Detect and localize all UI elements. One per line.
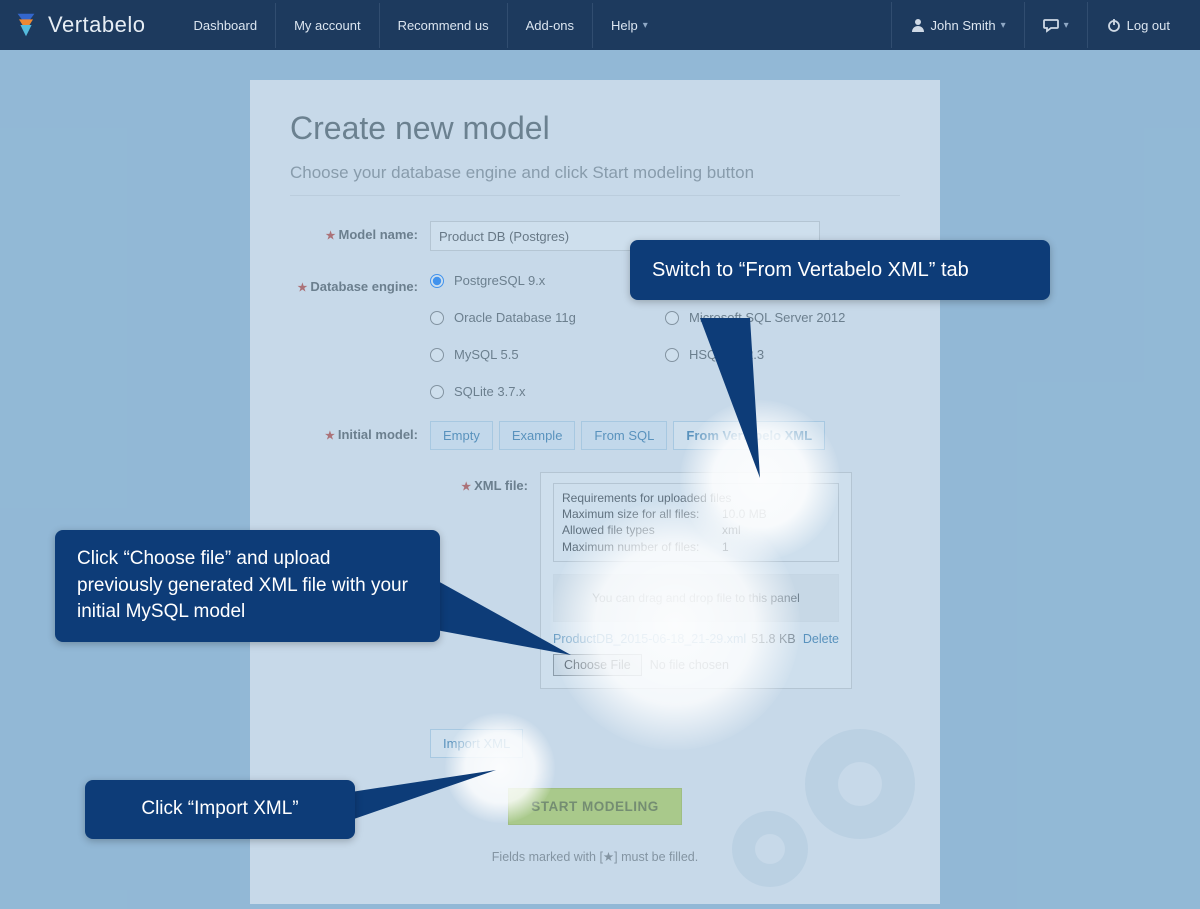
uploaded-file-row: ProductDB_2015-06-18_21-29.xml 51.8 KB D… [553,632,839,646]
callout-tail-icon [690,318,770,483]
engine-sqlite[interactable]: SQLite 3.7.x [430,384,665,399]
caret-icon: ▾ [1001,20,1006,31]
divider [290,195,900,196]
callout-import-xml: Click “Import XML” [85,780,355,839]
nav-help-label: Help [611,18,638,33]
uploaded-file-size: 51.8 KB [751,632,795,646]
engine-mysql[interactable]: MySQL 5.5 [430,347,665,362]
callout-switch-tab: Switch to “From Vertabelo XML” tab [630,240,1050,300]
nav-account[interactable]: My account [275,3,378,48]
nav-right: John Smith ▾ ▾ Log out [891,2,1188,48]
chat-button[interactable]: ▾ [1024,2,1087,48]
brand-name: Vertabelo [48,12,145,38]
callout-tail-icon [436,575,576,665]
logout-button[interactable]: Log out [1087,2,1188,48]
gears-icon [700,694,930,894]
delete-file-link[interactable]: Delete [803,632,839,646]
logo-icon [12,11,40,39]
nav-dashboard[interactable]: Dashboard [175,3,275,48]
nav-addons[interactable]: Add-ons [507,3,592,48]
tab-empty[interactable]: Empty [430,421,493,450]
upload-panel: Requirements for uploaded files Maximum … [540,472,852,689]
engine-oracle[interactable]: Oracle Database 11g [430,310,665,325]
drag-drop-zone[interactable]: You can drag and drop file to this panel [553,574,839,622]
user-icon [910,17,926,33]
model-name-label: ★Model name: [290,221,430,251]
nav-left: Dashboard My account Recommend us Add-on… [175,3,665,48]
uploaded-file-name[interactable]: ProductDB_2015-06-18_21-29.xml [553,632,746,646]
user-name: John Smith [931,18,996,33]
page-subtitle: Choose your database engine and click St… [290,163,900,183]
caret-icon: ▾ [643,20,648,31]
brand[interactable]: Vertabelo [12,11,145,39]
logout-label: Log out [1127,18,1170,33]
tab-from-sql[interactable]: From SQL [581,421,667,450]
power-icon [1106,17,1122,33]
upload-requirements: Requirements for uploaded files Maximum … [553,483,839,562]
caret-icon: ▾ [1064,20,1069,31]
no-file-text: No file chosen [650,658,729,672]
chat-icon [1043,17,1059,33]
callout-choose-file: Click “Choose file” and upload previousl… [55,530,440,642]
topbar: Vertabelo Dashboard My account Recommend… [0,0,1200,50]
tab-example[interactable]: Example [499,421,576,450]
callout-tail-icon [351,770,501,820]
initial-model-label: ★Initial model: [290,421,430,450]
page-title: Create new model [290,110,900,147]
initial-model-tabs: Empty Example From SQL From Vertabelo XM… [430,421,900,450]
start-modeling-button[interactable]: START MODELING [508,788,682,825]
user-menu[interactable]: John Smith ▾ [891,2,1024,48]
nav-help[interactable]: Help ▾ [592,3,666,48]
nav-recommend[interactable]: Recommend us [379,3,507,48]
import-xml-button[interactable]: Import XML [430,729,523,758]
engine-label: ★Database engine: [290,273,430,399]
